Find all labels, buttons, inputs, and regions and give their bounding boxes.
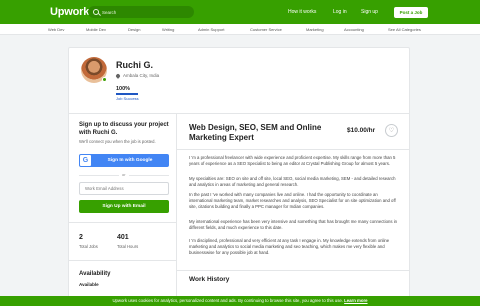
or-text: or <box>119 172 129 177</box>
post-job-button[interactable]: Post a Job <box>394 7 428 18</box>
location-pin-icon <box>115 72 121 79</box>
overview-paragraph: I 'm disciplined, professional and very … <box>189 238 390 255</box>
google-signin-button[interactable]: G Sign In with Google <box>79 154 169 167</box>
overview-paragraph: My international experience has been ver… <box>189 219 398 230</box>
category-see-all[interactable]: See All Categories <box>388 27 421 32</box>
work-history-heading: Work History <box>189 276 230 283</box>
cookie-banner: Upwork uses cookies for analytics, perso… <box>0 296 480 306</box>
sidebar: Sign up to discuss your project with Ruc… <box>69 114 177 305</box>
profile-title: Web Design, SEO, SEM and Online Marketin… <box>189 123 322 142</box>
google-signin-label: Sign In with Google <box>107 158 153 163</box>
category-marketing[interactable]: Marketing <box>306 27 324 32</box>
divider <box>69 260 177 261</box>
job-success-value: 100% <box>116 86 131 92</box>
divider <box>177 149 409 150</box>
profile-card: Ruchi G. Ambala City, India 100% Job Suc… <box>68 47 410 306</box>
nav-link-signup[interactable]: Sign up <box>361 9 378 15</box>
availability-heading: Availability <box>79 271 111 277</box>
job-success-bar-fill <box>116 93 138 95</box>
profile-name: Ruchi G. <box>116 60 154 70</box>
profile-main: Web Design, SEO, SEM and Online Marketin… <box>177 114 409 305</box>
signup-heading: Sign up to discuss your project with Ruc… <box>79 122 169 136</box>
category-web-dev[interactable]: Web Dev <box>48 27 64 32</box>
job-success-label: Job Success <box>116 96 139 101</box>
email-field[interactable] <box>79 182 169 195</box>
category-admin-support[interactable]: Admin Support <box>198 27 224 32</box>
upwork-logo[interactable]: Upwork <box>50 6 89 18</box>
search-placeholder: Search <box>102 9 117 15</box>
category-accounting[interactable]: Accounting <box>344 27 364 32</box>
nav-link-how-it-works[interactable]: How it works <box>288 9 316 15</box>
category-bar: Web Dev Mobile Dev Design Writing Admin … <box>0 24 480 35</box>
total-jobs-label: Total Jobs <box>79 244 98 249</box>
online-status-icon <box>102 77 107 82</box>
save-favorite-button[interactable]: ♡ <box>385 124 398 137</box>
nav-link-login[interactable]: Log in <box>333 9 347 15</box>
total-jobs-value: 2 <box>79 234 83 241</box>
availability-value: Available <box>79 282 99 287</box>
total-hours-value: 401 <box>117 234 129 241</box>
divider <box>177 270 409 271</box>
email-signup-button[interactable]: Sign Up with Email <box>79 200 169 213</box>
category-writing[interactable]: Writing <box>162 27 174 32</box>
overview-paragraph: In the past I 've worked with many compa… <box>189 192 396 209</box>
profile-location: Ambala City, India <box>115 72 160 79</box>
heart-icon: ♡ <box>388 128 395 134</box>
category-customer-service[interactable]: Customer Service <box>250 27 282 32</box>
search-input[interactable]: Search <box>88 6 194 18</box>
total-hours-label: Total Hours <box>117 244 139 249</box>
signup-subtext: We'll connect you when the job is posted… <box>79 139 156 144</box>
profile-header: Ruchi G. Ambala City, India 100% Job Suc… <box>69 48 409 114</box>
avatar <box>81 57 107 83</box>
category-mobile-dev[interactable]: Mobile Dev <box>86 27 106 32</box>
overview-paragraph: I 'm a professional freelancer with wide… <box>189 155 396 166</box>
google-icon: G <box>80 155 91 166</box>
learn-more-link[interactable]: Learn more <box>344 298 367 303</box>
or-divider: or <box>79 172 169 178</box>
category-design[interactable]: Design <box>128 27 140 32</box>
search-icon <box>93 9 99 15</box>
location-text: Ambala City, India <box>123 73 160 78</box>
job-success-bar <box>116 93 138 95</box>
hourly-rate: $10.00/hr <box>347 127 376 134</box>
cookie-text: Upwork uses cookies for analytics, perso… <box>112 298 343 303</box>
divider <box>69 222 177 223</box>
overview-paragraph: My specialties are: SEO on site and off … <box>189 176 396 187</box>
top-navbar: Upwork Search How it works Log in Sign u… <box>0 0 480 24</box>
